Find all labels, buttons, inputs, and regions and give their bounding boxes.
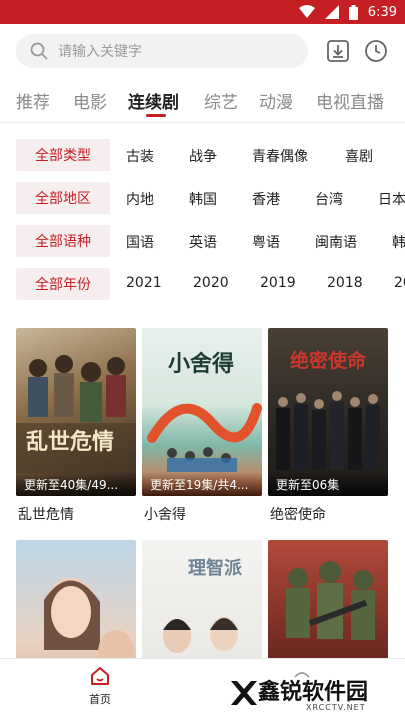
- app-screen: 6:39 请输入关键字 推荐 电影 连续剧 综艺 动漫 电视直播 全部类型 古装…: [0, 0, 405, 720]
- filter-option[interactable]: 韩国: [189, 189, 217, 209]
- show-card[interactable]: 绝密使命 更新至06集 绝密使命: [268, 328, 388, 528]
- show-card[interactable]: [268, 540, 388, 658]
- filter-option[interactable]: 国语: [126, 232, 154, 252]
- show-poster: [268, 540, 388, 658]
- active-tab-indicator: [146, 114, 166, 117]
- download-button[interactable]: [324, 37, 352, 65]
- filter-option[interactable]: 2021: [126, 275, 162, 291]
- x-logo-icon: [231, 681, 257, 705]
- wifi-icon: [298, 5, 315, 18]
- filter-option[interactable]: 古装: [126, 146, 154, 166]
- tab-variety[interactable]: 综艺: [204, 88, 238, 113]
- signal-icon: [324, 5, 339, 19]
- filter-option[interactable]: 粤语: [252, 232, 280, 252]
- filter-all-languages[interactable]: 全部语种: [16, 225, 110, 257]
- episode-badge: 更新至40集/49...: [16, 472, 136, 496]
- poster-figures: [44, 578, 134, 658]
- filter-all-regions[interactable]: 全部地区: [16, 182, 110, 214]
- status-bar: 6:39: [0, 0, 405, 24]
- nav-home-label: 首页: [89, 693, 111, 706]
- search-icon: [30, 42, 48, 60]
- watermark-logo: 鑫锐软件园 XRCCTV.NET: [228, 672, 398, 716]
- filter-row-language: 全部语种 国语 英语 粤语 闽南语 韩: [0, 225, 405, 259]
- poster-title-art: 理智派: [188, 558, 242, 579]
- tab-anime[interactable]: 动漫: [259, 88, 293, 113]
- show-card[interactable]: [16, 540, 136, 658]
- tab-movie[interactable]: 电影: [73, 88, 107, 113]
- filter-option[interactable]: 韩: [392, 232, 405, 252]
- status-time: 6:39: [367, 4, 397, 20]
- filter-option[interactable]: 日本: [378, 189, 405, 209]
- poster-figures: [286, 561, 375, 640]
- poster-figures: [16, 355, 136, 473]
- filter-option[interactable]: 战争: [189, 146, 217, 166]
- tabs-divider: [0, 122, 405, 123]
- show-title: 绝密使命: [270, 507, 326, 523]
- category-tabs: 推荐 电影 连续剧 综艺 动漫 电视直播: [0, 84, 405, 120]
- episode-badge: 更新至19集/共4...: [142, 472, 262, 496]
- filter-option[interactable]: 2018: [327, 275, 363, 291]
- show-poster: 小舍得 更新至19集/共4...: [142, 328, 262, 496]
- filter-option[interactable]: 台湾: [315, 189, 343, 209]
- tab-series[interactable]: 连续剧: [128, 88, 179, 113]
- filter-option[interactable]: 香港: [252, 189, 280, 209]
- show-card[interactable]: 理智派: [142, 540, 262, 658]
- nav-home[interactable]: 首页: [70, 665, 130, 707]
- show-poster: 绝密使命 更新至06集: [268, 328, 388, 496]
- show-poster: [16, 540, 136, 658]
- watermark-text: 鑫锐软件园: [258, 680, 369, 705]
- show-poster: 理智派: [142, 540, 262, 658]
- show-title: 小舍得: [144, 507, 186, 523]
- poster-title-art: 乱世危情: [26, 429, 115, 455]
- filter-option[interactable]: 内地: [126, 189, 154, 209]
- show-card[interactable]: 小舍得 更新至19集/共4... 小舍得: [142, 328, 262, 528]
- filter-all-genres[interactable]: 全部类型: [16, 139, 110, 171]
- download-icon: [327, 40, 349, 62]
- history-clock-icon: [365, 40, 387, 62]
- home-icon: [91, 667, 109, 685]
- filter-option[interactable]: 喜剧: [345, 146, 373, 166]
- show-title: 乱世危情: [18, 507, 74, 523]
- poster-title-art: 小舍得: [168, 351, 235, 377]
- filter-row-genre: 全部类型 古装 战争 青春偶像 喜剧: [0, 139, 405, 173]
- search-row: 请输入关键字: [0, 24, 405, 80]
- filter-option[interactable]: 青春偶像: [252, 146, 308, 166]
- battery-icon: [348, 4, 358, 20]
- tab-recommend[interactable]: 推荐: [16, 88, 50, 113]
- episode-badge: 更新至06集: [268, 472, 388, 496]
- filter-option[interactable]: 2020: [193, 275, 229, 291]
- filter-option[interactable]: 20: [394, 275, 405, 291]
- search-input[interactable]: 请输入关键字: [16, 34, 308, 68]
- watermark-url: XRCCTV.NET: [306, 703, 366, 712]
- show-poster: 乱世危情 更新至40集/49...: [16, 328, 136, 496]
- filter-all-years[interactable]: 全部年份: [16, 268, 110, 300]
- filter-row-year: 全部年份 2021 2020 2019 2018 20: [0, 268, 405, 302]
- poster-title-art: 绝密使命: [290, 350, 367, 372]
- tab-tv-live[interactable]: 电视直播: [316, 88, 384, 113]
- filter-option[interactable]: 2019: [260, 275, 296, 291]
- filter-row-region: 全部地区 内地 韩国 香港 台湾 日本: [0, 182, 405, 216]
- history-button[interactable]: [362, 37, 390, 65]
- show-card[interactable]: 乱世危情 更新至40集/49... 乱世危情: [16, 328, 136, 528]
- filter-option[interactable]: 闽南语: [315, 232, 357, 252]
- search-placeholder: 请输入关键字: [58, 44, 142, 60]
- filter-option[interactable]: 英语: [189, 232, 217, 252]
